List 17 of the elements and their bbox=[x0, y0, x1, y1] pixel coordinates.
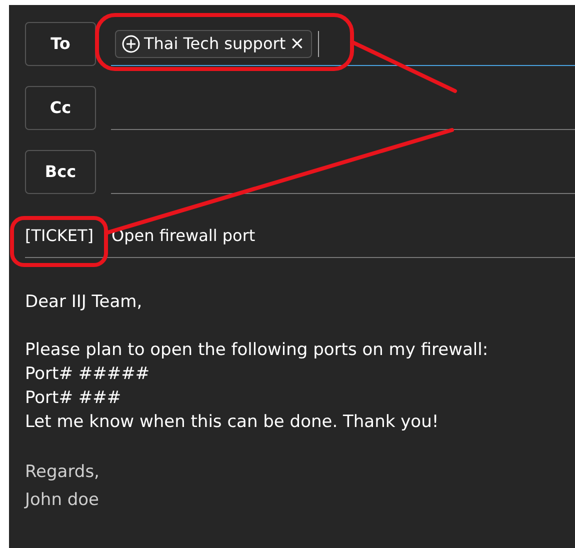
subject-tag: [TICKET] bbox=[25, 224, 94, 248]
recipient-button[interactable]: To bbox=[25, 22, 96, 66]
text-cursor bbox=[318, 30, 319, 56]
signature-line: John doe bbox=[25, 489, 100, 512]
recipient-button[interactable]: Bcc bbox=[25, 150, 96, 194]
recipient-chip[interactable]: Thai Tech support × bbox=[115, 30, 312, 58]
body-text-line: Port# ### bbox=[25, 387, 122, 410]
body-text-line: Please plan to open the following ports on my firewall: bbox=[25, 339, 488, 362]
recipient-button[interactable]: Cc bbox=[25, 86, 96, 130]
recipient-field[interactable]: Thai Tech support × bbox=[111, 22, 575, 66]
body-text-line: Let me know when this can be done. Thank you! bbox=[25, 411, 439, 434]
body-text-line: Port# ##### bbox=[25, 363, 150, 386]
remove-recipient-button[interactable]: × bbox=[290, 34, 305, 52]
body-text-line: Dear IIJ Team, bbox=[25, 291, 142, 314]
signature-line: Regards, bbox=[25, 461, 100, 484]
recipient-name: Thai Tech support bbox=[144, 32, 286, 54]
add-contact-icon bbox=[122, 34, 140, 52]
